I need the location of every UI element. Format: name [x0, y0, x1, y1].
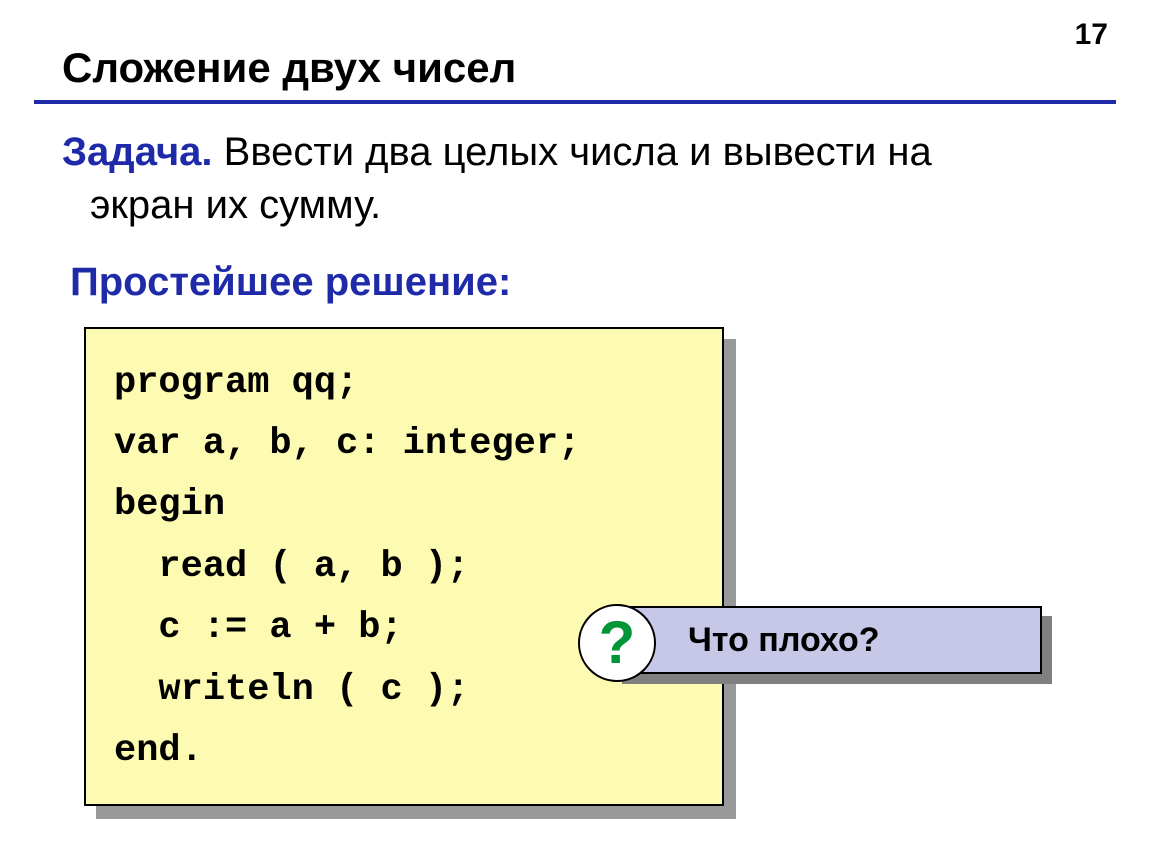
task-text-line1: Ввести два целых числа и вывести на [213, 130, 932, 174]
content-area: Задача. Ввести два целых числа и вывести… [0, 104, 1150, 806]
slide-title: Сложение двух чисел [62, 44, 1088, 92]
page-number: 17 [1075, 18, 1108, 52]
header: Сложение двух чисел [0, 0, 1150, 92]
code-block: program qq; var a, b, c: integer; begin … [84, 327, 724, 807]
callout-box: Что плохо? [612, 606, 1042, 674]
task-label: Задача. [62, 130, 213, 174]
task-text-line2: экран их сумму. [62, 179, 381, 232]
callout: Что плохо? ? [612, 606, 1042, 674]
task-block: Задача. Ввести два целых числа и вывести… [62, 126, 1088, 232]
code-box: program qq; var a, b, c: integer; begin … [84, 327, 724, 807]
solution-label: Простейшее решение: [70, 260, 1088, 305]
callout-text: Что плохо? [688, 621, 880, 660]
question-mark-icon: ? [578, 604, 656, 682]
